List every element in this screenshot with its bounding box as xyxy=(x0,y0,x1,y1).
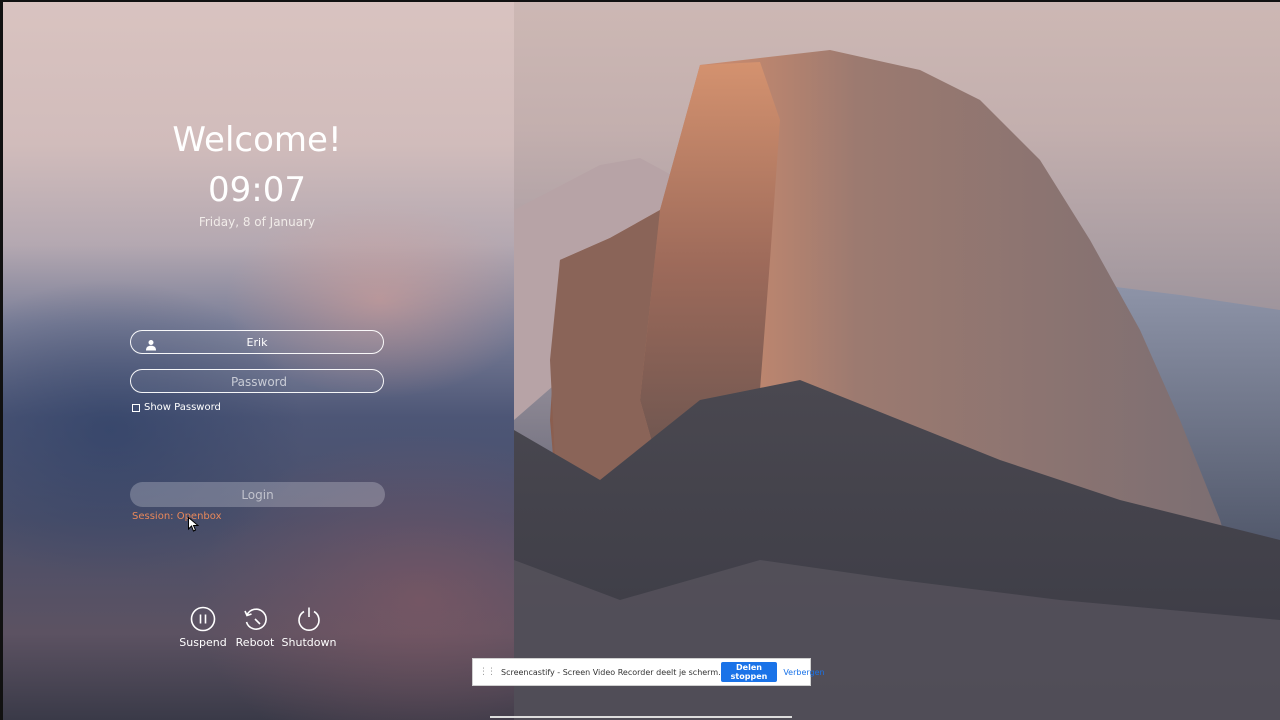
session-selector[interactable]: Session: Openbox xyxy=(132,511,222,522)
bottom-divider xyxy=(490,716,792,718)
show-password-label: Show Password xyxy=(144,402,221,413)
checkbox-box[interactable] xyxy=(132,403,140,412)
stop-sharing-button[interactable]: Delen stoppen xyxy=(720,662,778,682)
suspend-icon xyxy=(190,606,216,632)
login-button[interactable]: Login xyxy=(130,482,385,507)
username-value: Erik xyxy=(246,336,268,349)
username-field[interactable]: Erik xyxy=(130,330,384,354)
drag-handle-icon[interactable]: ⋮⋮ xyxy=(479,667,496,677)
password-field[interactable] xyxy=(130,369,387,394)
mouse-cursor-icon xyxy=(188,516,200,536)
top-edge xyxy=(0,0,1280,2)
hide-link[interactable]: Verbergen xyxy=(783,668,824,677)
reboot-icon xyxy=(244,608,267,630)
login-panel: Welcome! 09:07 Friday, 8 of January Erik… xyxy=(0,0,514,720)
sharing-message: Screencastify - Screen Video Recorder de… xyxy=(501,667,721,677)
panel-edge xyxy=(0,0,3,720)
shutdown-button[interactable]: Shutdown xyxy=(274,606,344,649)
password-input[interactable] xyxy=(131,370,387,394)
reboot-label: Reboot xyxy=(235,636,275,649)
login-screen: Welcome! 09:07 Friday, 8 of January Erik… xyxy=(0,0,1280,720)
screencastify-sharing-bar: ⋮⋮ Screencastify - Screen Video Recorder… xyxy=(472,658,825,686)
date-label: Friday, 8 of January xyxy=(198,215,316,229)
shutdown-label: Shutdown xyxy=(281,636,337,649)
clock: 09:07 xyxy=(208,170,306,210)
welcome-heading: Welcome! xyxy=(172,120,342,160)
shutdown-icon xyxy=(298,607,320,631)
show-password-checkbox[interactable]: Show Password xyxy=(132,402,221,413)
